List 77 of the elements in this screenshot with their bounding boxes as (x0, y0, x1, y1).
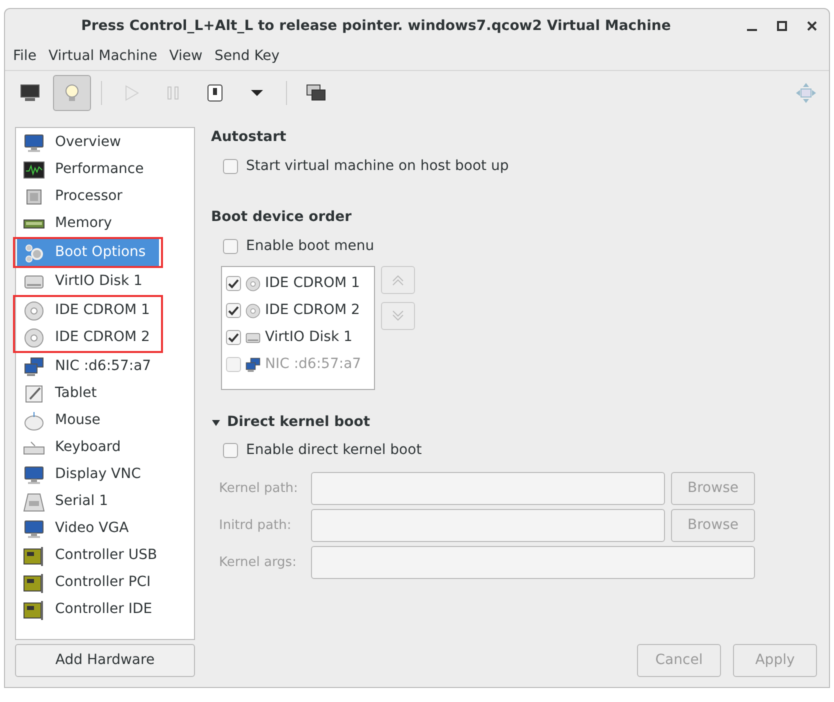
checkbox-label: Start virtual machine on host boot up (246, 157, 509, 176)
disc-icon (245, 302, 261, 318)
menu-item[interactable]: View (165, 46, 206, 67)
sidebar-item[interactable]: VirtIO Disk 1 (17, 268, 193, 295)
menu-item[interactable]: Virtual Machine (44, 46, 162, 67)
menu-item[interactable]: Send Key (210, 46, 284, 67)
checkbox[interactable] (223, 443, 238, 458)
computers-icon (245, 356, 261, 372)
expander-icon[interactable] (211, 418, 221, 428)
monitor-icon (23, 464, 45, 486)
checkmark-icon (228, 305, 239, 316)
disc-icon (23, 326, 45, 348)
sidebar-item[interactable]: Display VNC (17, 461, 193, 488)
sidebar-item[interactable]: Processor (17, 183, 193, 210)
text-field[interactable] (311, 546, 755, 579)
field-label: Kernel args: (219, 554, 298, 572)
sidebar-item[interactable]: Keyboard (17, 434, 193, 461)
section-heading: Boot device order (211, 208, 353, 227)
mouse-icon (23, 410, 45, 432)
connector-icon (23, 490, 45, 512)
checkbox[interactable] (223, 239, 238, 254)
window-title: Press Control_L+Alt_L to release pointer. windows7.qcow2 Virtual Machine (80, 16, 672, 36)
tablet-icon (23, 382, 45, 404)
device-label: IDE CDROM 1 (265, 274, 360, 293)
sidebar-item[interactable]: Performance (17, 156, 193, 183)
sidebar-item[interactable]: Serial 1 (17, 488, 193, 515)
checkbox[interactable] (226, 330, 241, 345)
checkmark-icon (228, 278, 239, 289)
sidebar-item[interactable]: Video VGA (17, 515, 193, 542)
add-hardware-button[interactable]: Add Hardware (15, 644, 195, 677)
device-label: VirtIO Disk 1 (265, 328, 352, 347)
menu-item[interactable]: File (9, 46, 40, 67)
field-label: Initrd path: (219, 516, 292, 535)
up-arrow-icon (391, 273, 405, 287)
section-heading: Autostart (211, 128, 288, 147)
caret-icon (251, 90, 263, 96)
down-arrow-icon (391, 309, 405, 323)
field-label: Kernel path: (219, 480, 299, 498)
maximize-icon[interactable] (777, 21, 787, 31)
expansion-card-icon (23, 598, 45, 620)
close-icon[interactable] (807, 21, 817, 31)
move-icon[interactable] (795, 82, 817, 104)
text-field[interactable] (311, 509, 665, 542)
sidebar-item[interactable]: IDE CDROM 2 (17, 324, 159, 351)
chart-icon (23, 158, 45, 180)
monitor-icon (23, 518, 45, 540)
sidebar-item[interactable]: Memory (17, 210, 193, 237)
computers-icon (23, 356, 45, 378)
checkbox[interactable] (226, 276, 241, 291)
sidebar-item[interactable]: Controller IDE (17, 596, 193, 623)
boot-device-row[interactable]: IDE CDROM 1 (226, 270, 374, 297)
move-down-button[interactable] (381, 302, 415, 330)
sidebar-item[interactable]: Controller USB (17, 542, 193, 569)
checkbox[interactable] (223, 159, 238, 174)
sidebar-item[interactable]: NIC :d6:57:a7 (17, 353, 193, 380)
sidebar-item[interactable]: Mouse (17, 407, 193, 434)
text-field[interactable] (311, 472, 665, 505)
sidebar-item[interactable]: Controller PCI (17, 569, 193, 596)
checkmark-icon (228, 332, 239, 343)
sidebar-item[interactable]: Overview (17, 129, 193, 156)
boot-device-row[interactable]: VirtIO Disk 1 (226, 324, 374, 351)
expansion-card-icon (23, 572, 45, 594)
disc-icon (245, 276, 261, 292)
checkbox-label: Enable boot menu (246, 237, 374, 256)
device-label: IDE CDROM 2 (265, 301, 360, 320)
checkbox-label: Enable direct kernel boot (246, 441, 422, 460)
boot-device-row[interactable]: IDE CDROM 2 (226, 297, 374, 324)
checkbox[interactable] (226, 303, 241, 318)
move-up-button[interactable] (381, 266, 415, 294)
section-heading: Direct kernel boot (227, 413, 370, 432)
sidebar-item[interactable]: Tablet (17, 380, 193, 407)
disc-icon (23, 300, 45, 322)
sidebar-item[interactable]: IDE CDROM 1 (17, 297, 159, 324)
device-label: NIC :d6:57:a7 (265, 355, 362, 374)
expansion-card-icon (23, 544, 45, 566)
monitor-icon (19, 82, 41, 104)
monitor-icon (23, 132, 45, 154)
